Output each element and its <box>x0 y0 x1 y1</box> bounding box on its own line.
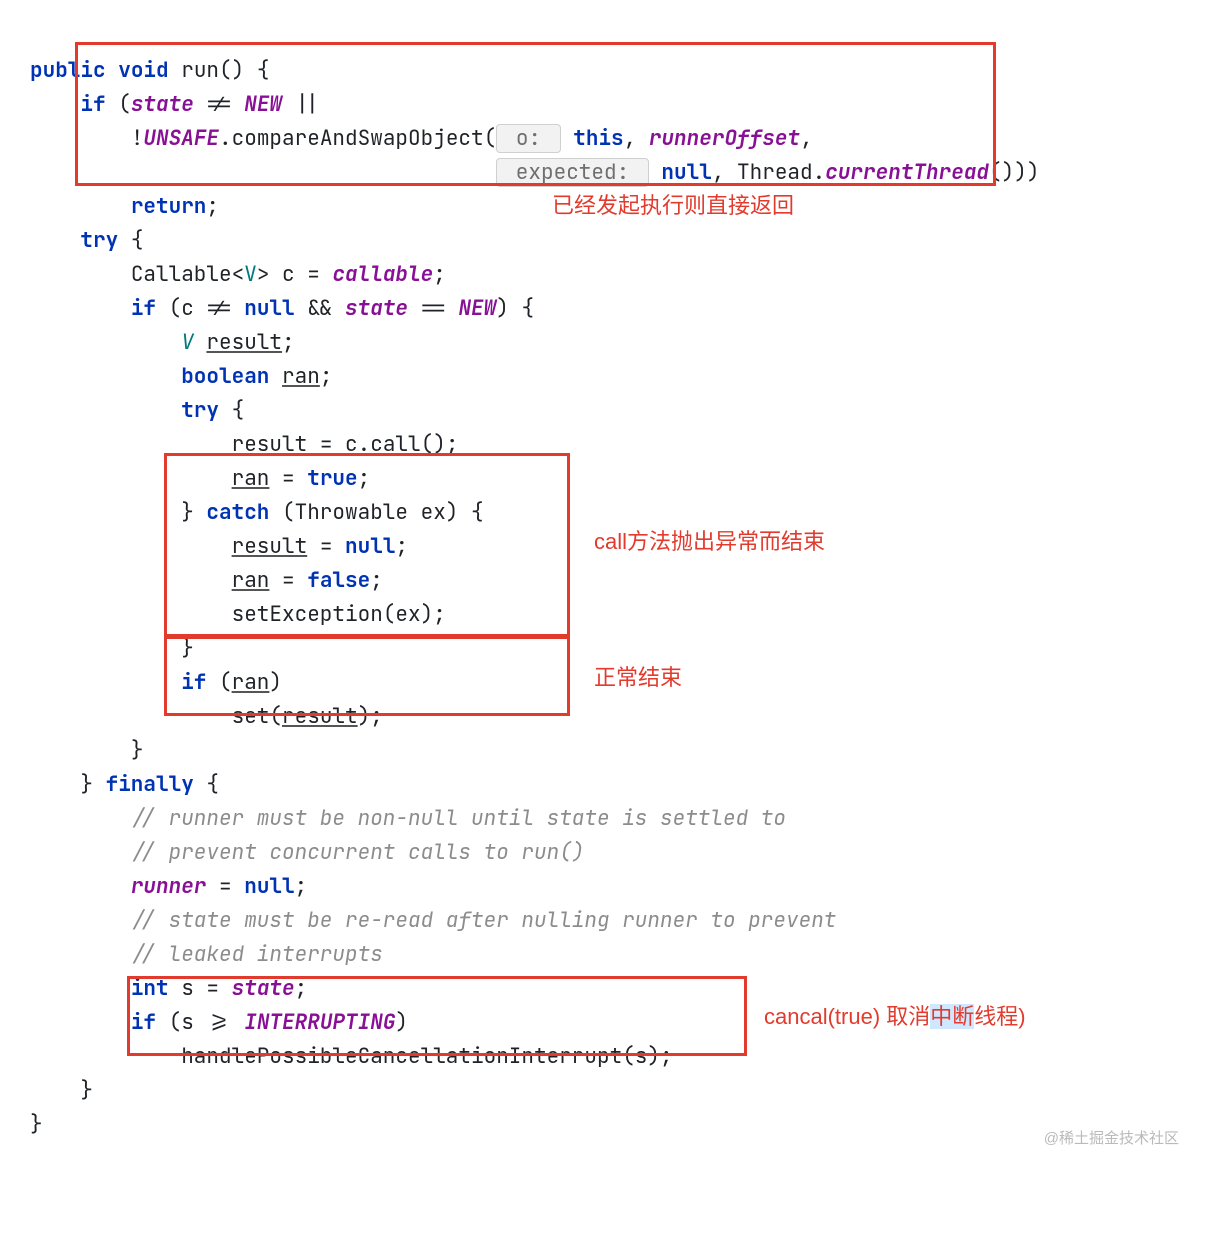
line-6: try { <box>30 227 143 254</box>
line-21: } <box>30 737 143 764</box>
line-29: if (s >= INTERRUPTING) <box>30 1009 408 1036</box>
line-5: return; <box>30 193 219 220</box>
watermark: @稀土掘金技术社区 <box>1044 1122 1179 1156</box>
line-8: if (c != null && state == NEW) { <box>30 295 534 322</box>
line-13: ran = true; <box>30 465 370 492</box>
line-15: result = null; <box>30 533 408 560</box>
line-17: setException(ex); <box>30 601 446 628</box>
line-23: // runner must be non-null until state i… <box>30 805 786 832</box>
line-19: if (ran) <box>30 669 282 696</box>
line-27: // leaked interrupts <box>30 941 383 968</box>
line-30: handlePossibleCancellationInterrupt(s); <box>30 1043 673 1070</box>
line-22: } finally { <box>30 771 219 798</box>
line-25: runner = null; <box>30 873 307 900</box>
line-32: } <box>30 1111 43 1138</box>
line-10: boolean ran; <box>30 363 332 390</box>
annotation-2: call方法抛出异常而结束 <box>594 525 825 559</box>
line-24: // prevent concurrent calls to run() <box>30 839 584 866</box>
line-1: public void run() { <box>30 57 269 84</box>
line-31: } <box>30 1077 93 1104</box>
line-28: int s = state; <box>30 975 307 1002</box>
annotation-4: cancal(true) 取消中断线程) <box>764 1000 1026 1034</box>
annotation-1: 已经发起执行则直接返回 <box>552 189 794 223</box>
line-11: try { <box>30 397 244 424</box>
line-14: } catch (Throwable ex) { <box>30 499 484 526</box>
line-12: result = c.call(); <box>30 431 458 458</box>
line-20: set(result); <box>30 703 383 730</box>
line-16: ran = false; <box>30 567 383 594</box>
annotation-3: 正常结束 <box>594 661 682 695</box>
line-7: Callable<V> c = callable; <box>30 261 446 288</box>
line-4: expected: null, Thread.currentThread())) <box>30 158 1039 187</box>
line-9: V result; <box>30 329 295 356</box>
line-3: !UNSAFE.compareAndSwapObject( o: this, r… <box>30 124 813 153</box>
line-18: } <box>30 635 194 662</box>
line-2: if (state != NEW || <box>30 91 320 118</box>
line-26: // state must be re-read after nulling r… <box>30 907 836 934</box>
